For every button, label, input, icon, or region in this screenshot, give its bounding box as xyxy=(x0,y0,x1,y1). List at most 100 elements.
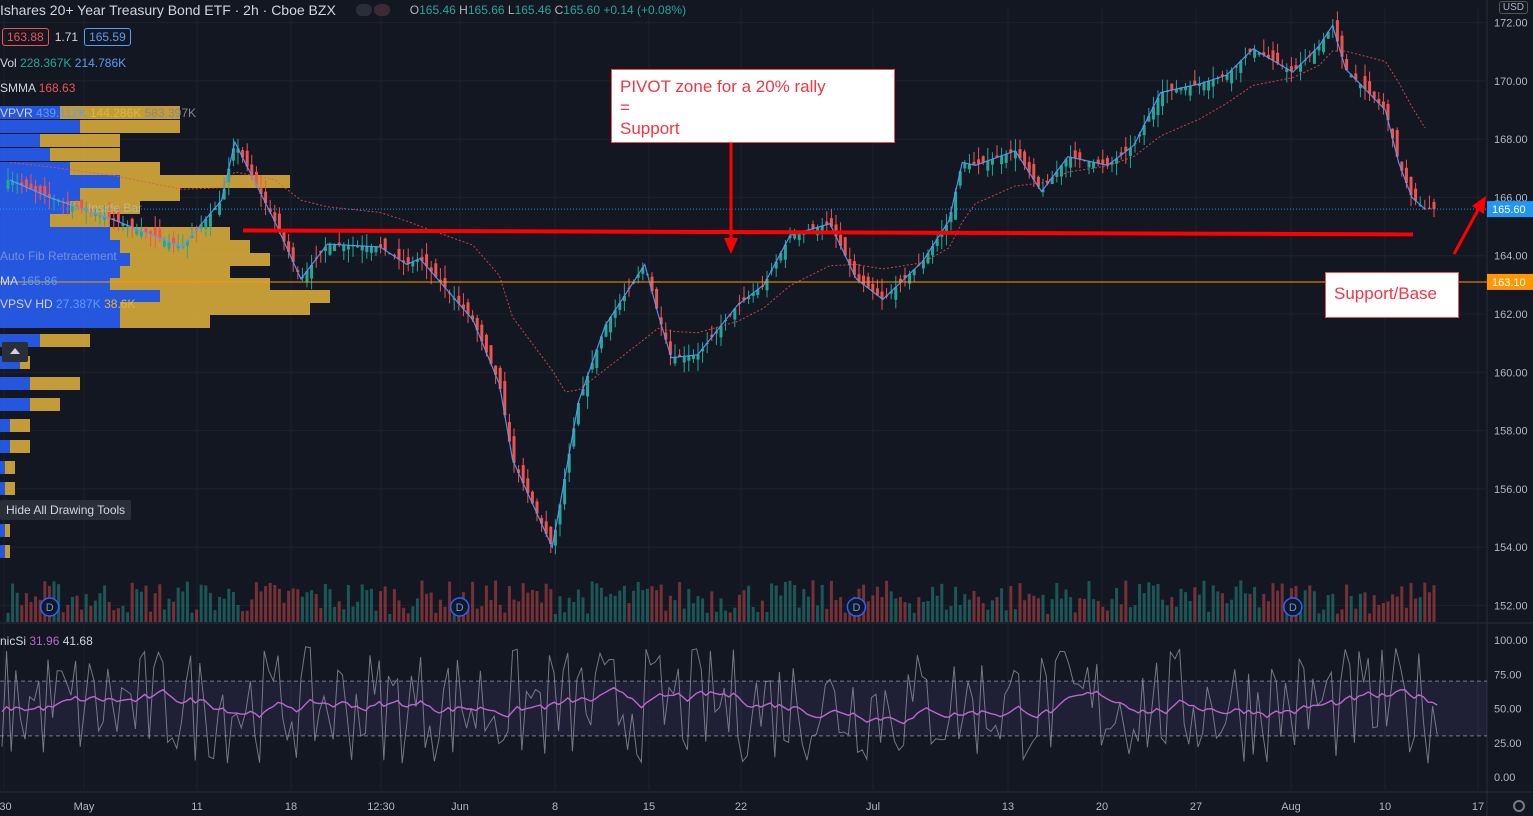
candle-body xyxy=(1271,50,1275,61)
volume-bar xyxy=(935,595,939,622)
volume-bar xyxy=(917,597,921,622)
volume-bar xyxy=(98,593,102,622)
chart-header: Ishares 20+ Year Treasury Bond ETF · 2h … xyxy=(0,0,686,20)
volume-bar xyxy=(1133,605,1137,622)
low-value: 165.46 xyxy=(514,3,552,17)
legend-vpsv[interactable]: VPSV HD 27.387K 38.6K xyxy=(0,297,135,311)
volume-bar xyxy=(1156,584,1160,622)
bid-price[interactable]: 163.88 xyxy=(2,28,49,46)
volume-bar xyxy=(222,598,226,622)
volume-bar xyxy=(664,610,668,622)
candle-body xyxy=(1000,155,1004,165)
vp-row-up xyxy=(0,120,80,133)
volume-bar xyxy=(797,607,801,622)
volume-bar xyxy=(747,585,751,622)
vp-row-up xyxy=(0,524,5,537)
volume-bar xyxy=(475,608,479,622)
header-icons[interactable] xyxy=(355,4,390,16)
volume-bar xyxy=(1124,580,1128,622)
ask-price[interactable]: 165.59 xyxy=(84,28,131,46)
symbol-title[interactable]: Ishares 20+ Year Treasury Bond ETF · 2h … xyxy=(0,2,336,18)
volume-bar xyxy=(1032,595,1036,622)
volume-bar xyxy=(871,595,875,622)
rsi-legend[interactable]: nicSi 31.96 41.68 xyxy=(0,634,93,648)
volume-bar xyxy=(121,605,125,622)
collapse-legend-button[interactable] xyxy=(2,342,28,362)
candle-body xyxy=(687,355,691,361)
vp-row-down xyxy=(80,120,180,133)
volume-bar xyxy=(471,581,475,622)
volume-bar xyxy=(696,596,700,622)
volume-bar xyxy=(107,601,111,622)
wave-icon[interactable] xyxy=(373,4,390,16)
volume-bar xyxy=(668,595,672,622)
volume-bar xyxy=(20,605,24,622)
candle-body xyxy=(894,287,898,300)
hide-drawing-tools-button[interactable]: Hide All Drawing Tools xyxy=(0,500,132,520)
support-base-callout[interactable]: Support/Base xyxy=(1325,272,1459,318)
vp-row-down xyxy=(5,524,10,537)
settings-gear-icon[interactable] xyxy=(1513,800,1525,812)
legend-inside-bar[interactable]: Inside Bar xyxy=(88,201,142,215)
volume-bar xyxy=(517,601,521,622)
volume-bar xyxy=(894,598,898,622)
volume-bar xyxy=(949,605,953,622)
currency-label[interactable]: USD xyxy=(1498,1,1528,14)
legend-vpvr[interactable]: VPVR 439.112K 144.286K 583.397K xyxy=(0,106,196,120)
volume-bar xyxy=(103,585,107,622)
volume-bar xyxy=(1427,592,1431,622)
legend-ma[interactable]: MA 165.86 xyxy=(0,274,57,288)
volume-bar xyxy=(70,596,74,622)
volume-bar xyxy=(1354,608,1358,622)
volume-bar xyxy=(195,609,199,622)
volume-bar xyxy=(563,612,567,622)
vp-row-down xyxy=(10,440,30,453)
vp-row-down xyxy=(5,545,10,558)
volume-bar xyxy=(609,593,613,622)
volume-bar xyxy=(282,602,286,622)
legend-volume[interactable]: Vol 228.367K 214.786K xyxy=(0,56,126,70)
volume-bar xyxy=(1225,603,1229,622)
volume-bar xyxy=(356,601,360,622)
vp-row-down xyxy=(80,188,180,201)
candle-body xyxy=(1230,70,1234,84)
legend-auto-fib[interactable]: Auto Fib Retracement xyxy=(0,249,117,263)
volume-bar xyxy=(691,603,695,622)
volume-bar xyxy=(963,594,967,622)
volume-bar xyxy=(84,594,88,622)
candle-body xyxy=(1188,85,1192,96)
vp-row-up xyxy=(0,201,70,214)
volume-bar xyxy=(687,588,691,622)
time-tick-label: 12:30 xyxy=(367,801,395,813)
volume-bar xyxy=(825,608,829,622)
volume-bar xyxy=(977,596,981,622)
dividend-label: D xyxy=(1289,602,1297,614)
volume-bar xyxy=(507,586,511,622)
volume-bar xyxy=(1308,585,1312,622)
volume-bar xyxy=(176,587,180,622)
volume-bar xyxy=(843,612,847,622)
price-line-tag: 163.10 xyxy=(1492,277,1526,289)
volume-bar xyxy=(967,599,971,622)
candle-body xyxy=(360,245,364,251)
volume-bar xyxy=(645,588,649,622)
volume-bar xyxy=(940,583,944,622)
volume-bar xyxy=(181,591,185,622)
more-icon[interactable] xyxy=(355,4,372,16)
volume-bar xyxy=(310,590,314,622)
vp-row-down xyxy=(30,377,80,390)
volume-bar xyxy=(986,609,990,622)
volume-bar xyxy=(300,596,304,622)
volume-bar xyxy=(11,583,15,622)
volume-bar xyxy=(544,583,548,622)
volume-bar xyxy=(434,612,438,622)
candle-body xyxy=(6,179,10,189)
candle-body xyxy=(1004,154,1008,163)
pivot-zone-callout[interactable]: PIVOT zone for a 20% rally = Support xyxy=(611,69,895,143)
volume-bar xyxy=(728,612,732,622)
volume-bar xyxy=(254,582,258,622)
legend-smma[interactable]: SMMA 168.63 xyxy=(0,81,75,95)
dividend-label: D xyxy=(852,602,860,614)
volume-bar xyxy=(1253,586,1257,622)
time-tick-label: 11 xyxy=(191,801,202,813)
